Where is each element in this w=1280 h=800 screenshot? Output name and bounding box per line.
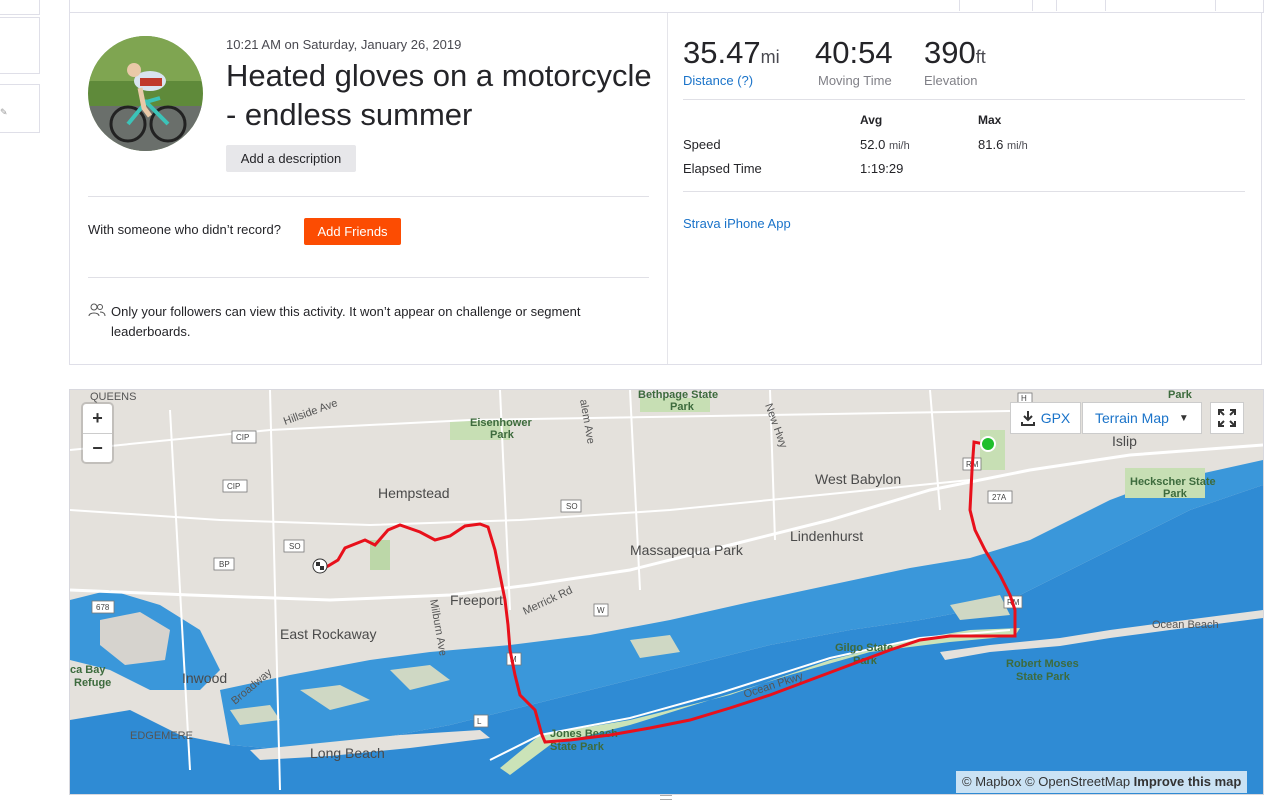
svg-text:CIP: CIP	[236, 433, 249, 442]
label-east-rockaway: East Rockaway	[280, 626, 376, 642]
edit-icon: ✎	[0, 107, 8, 117]
zoom-in-button[interactable]: +	[83, 404, 112, 433]
expand-icon	[1218, 409, 1236, 427]
label-park-top: Park	[1168, 390, 1193, 401]
followers-icon	[88, 303, 106, 317]
map-resize-handle[interactable]	[660, 795, 672, 800]
download-icon	[1020, 411, 1035, 426]
svg-text:SO: SO	[289, 542, 301, 551]
divider	[88, 277, 649, 278]
zoom-control: + −	[83, 404, 112, 462]
improve-map-link[interactable]: Improve this map	[1134, 774, 1242, 789]
finish-flag-icon	[312, 558, 328, 574]
label-heckscher: Heckscher State	[1130, 476, 1216, 488]
label-west-babylon: West Babylon	[815, 471, 901, 487]
label-jamaica-refuge: Refuge	[74, 677, 111, 689]
svg-text:27A: 27A	[992, 493, 1007, 502]
label-heckscher-park: Park	[1163, 488, 1188, 500]
svg-text:BP: BP	[219, 560, 230, 569]
elevation-stat: 390ft	[924, 35, 986, 71]
label-robert-moses: Robert Moses	[1006, 658, 1079, 670]
distance-unit: mi	[760, 47, 780, 67]
svg-text:SO: SO	[566, 502, 578, 511]
svg-text:W: W	[597, 606, 605, 615]
elevation-label: Elevation	[924, 73, 978, 88]
sidebar-stub-item[interactable]	[0, 17, 40, 74]
zoom-out-button[interactable]: −	[83, 434, 112, 463]
moving-time-label: Moving Time	[818, 73, 892, 88]
divider	[683, 191, 1245, 192]
friends-prompt: With someone who didn’t record?	[88, 222, 281, 237]
elevation-unit: ft	[975, 47, 986, 67]
distance-stat: 35.47mi	[683, 35, 780, 71]
label-jones-beach-park: State Park	[550, 741, 605, 753]
label-hempstead: Hempstead	[378, 485, 450, 501]
gpx-download-button[interactable]: GPX	[1010, 402, 1081, 434]
elapsed-value: 1:19:29	[860, 161, 904, 176]
privacy-notice: Only your followers can view this activi…	[111, 304, 581, 339]
sidebar-stub-item[interactable]: ✎	[0, 84, 40, 133]
map-type-label: Terrain Map	[1095, 410, 1169, 426]
label-massapequa: Massapequa Park	[630, 542, 744, 558]
gpx-label: GPX	[1040, 410, 1071, 426]
divider	[88, 196, 649, 197]
divider	[683, 99, 1245, 100]
mapbox-link[interactable]: © Mapbox	[962, 774, 1021, 789]
distance-label[interactable]: Distance (?)	[683, 73, 753, 88]
speed-max: 81.6 mi/h	[978, 137, 1028, 152]
label-eisenhower: Eisenhower	[470, 417, 532, 429]
athlete-avatar[interactable]	[88, 36, 203, 151]
activity-title: Heated gloves on a motorcycle - endless …	[226, 58, 652, 132]
label-freeport: Freeport	[450, 592, 503, 608]
caret-down-icon: ▼	[1178, 412, 1189, 424]
label-jamaica-bay: ca Bay	[70, 664, 106, 676]
device-link[interactable]: Strava iPhone App	[683, 216, 791, 231]
col-max-header: Max	[978, 113, 1002, 127]
label-inwood: Inwood	[182, 670, 227, 686]
label-eisenhower-park: Park	[490, 429, 515, 441]
map-type-dropdown[interactable]: Terrain Map ▼	[1082, 402, 1202, 434]
osm-link[interactable]: © OpenStreetMap	[1025, 774, 1130, 789]
svg-text:L: L	[477, 717, 482, 726]
distance-value: 35.47	[683, 35, 761, 70]
elapsed-label: Elapsed Time	[683, 161, 762, 176]
route-map[interactable]: QUEENS Hillside Ave Eisenhower Park Beth…	[69, 389, 1264, 795]
label-bethpage: Bethpage State	[638, 390, 718, 401]
elevation-value: 390	[924, 35, 976, 70]
label-lindenhurst: Lindenhurst	[790, 528, 863, 544]
label-queens: QUEENS	[90, 391, 136, 403]
map-attribution: © Mapbox © OpenStreetMap Improve this ma…	[956, 771, 1248, 793]
col-avg-header: Avg	[860, 113, 883, 127]
svg-text:CIP: CIP	[227, 482, 240, 491]
fullscreen-button[interactable]	[1210, 402, 1244, 434]
label-islip: Islip	[1112, 433, 1137, 449]
label-edgemere: EDGEMERE	[130, 730, 193, 742]
add-friends-button[interactable]: Add Friends	[304, 218, 401, 245]
svg-text:678: 678	[96, 603, 110, 612]
label-ocean-beach: Ocean Beach	[1152, 619, 1219, 631]
label-bethpage-park: Park	[670, 401, 695, 413]
label-robert-moses-park: State Park	[1016, 671, 1071, 683]
speed-label: Speed	[683, 137, 721, 152]
label-long-beach: Long Beach	[310, 745, 385, 761]
activity-timestamp: 10:21 AM on Saturday, January 26, 2019	[226, 37, 462, 52]
card-divider	[667, 13, 668, 364]
sidebar-stub-top	[0, 0, 40, 15]
speed-avg: 52.0 mi/h	[860, 137, 910, 152]
start-marker	[980, 436, 996, 452]
add-description-button[interactable]: Add a description	[226, 145, 356, 172]
map-canvas: QUEENS Hillside Ave Eisenhower Park Beth…	[70, 390, 1263, 794]
moving-time-value: 40:54	[815, 35, 893, 70]
